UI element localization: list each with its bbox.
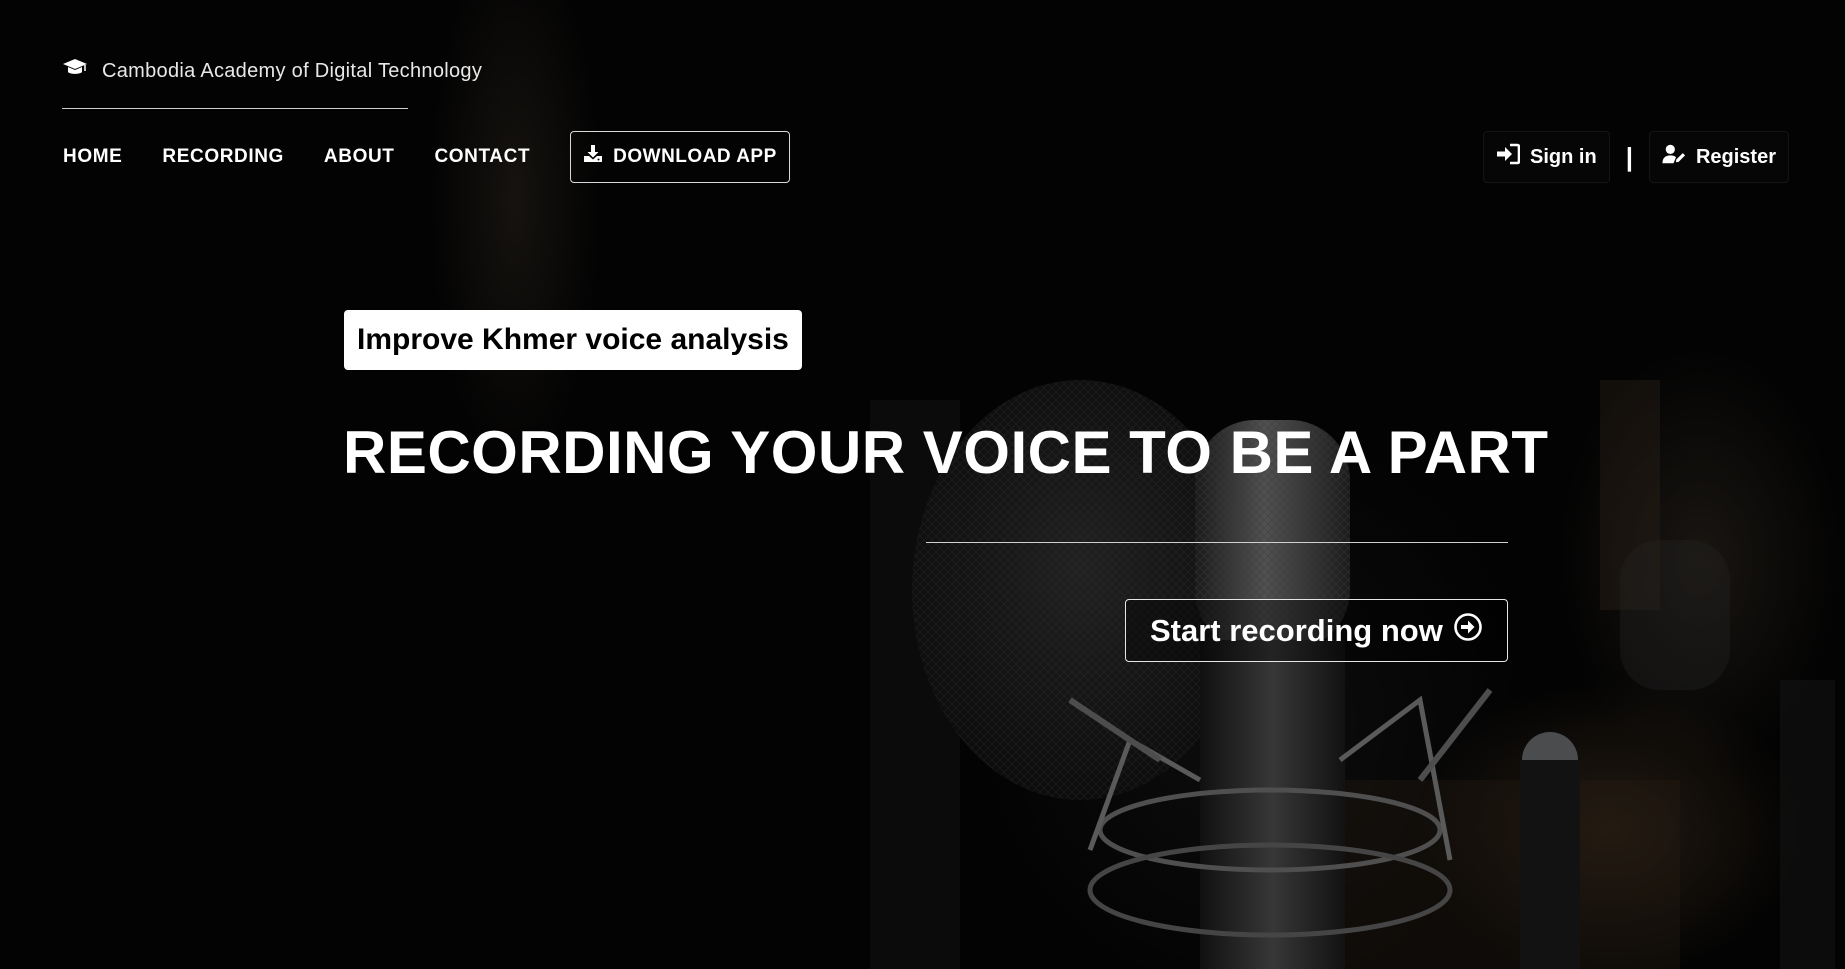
register-button[interactable]: Register xyxy=(1648,131,1789,183)
landing-page: Cambodia Academy of Digital Technology H… xyxy=(0,0,1845,969)
sign-in-label: Sign in xyxy=(1530,145,1597,168)
brand[interactable]: Cambodia Academy of Digital Technology xyxy=(62,58,482,84)
hero-divider xyxy=(926,542,1508,543)
nav-item-home[interactable]: HOME xyxy=(63,146,122,168)
start-recording-button[interactable]: Start recording now xyxy=(1125,599,1508,662)
auth-actions: Sign in | Register xyxy=(1483,130,1789,184)
sign-in-button[interactable]: Sign in xyxy=(1483,131,1610,183)
download-icon xyxy=(583,144,603,170)
hero-headline: RECORDING YOUR VOICE TO BE A PART xyxy=(343,419,1549,486)
brand-divider xyxy=(62,108,408,109)
download-app-button[interactable]: DOWNLOAD APP xyxy=(570,131,790,183)
nav-item-about[interactable]: ABOUT xyxy=(324,146,395,168)
brand-name: Cambodia Academy of Digital Technology xyxy=(102,59,483,82)
arrow-circle-right-icon xyxy=(1453,612,1483,650)
auth-separator: | xyxy=(1625,142,1633,172)
nav-item-recording[interactable]: RECORDING xyxy=(162,146,284,168)
sign-in-icon xyxy=(1496,143,1521,171)
graduation-cap-icon xyxy=(62,58,88,84)
download-app-label: DOWNLOAD APP xyxy=(613,146,777,167)
main-nav: HOME RECORDING ABOUT CONTACT DOWNLOAD AP… xyxy=(63,130,790,184)
user-edit-icon xyxy=(1662,143,1686,171)
nav-item-contact[interactable]: CONTACT xyxy=(434,146,530,168)
start-recording-label: Start recording now xyxy=(1150,612,1443,648)
register-label: Register xyxy=(1695,145,1776,168)
hero-tagline: Improve Khmer voice analysis xyxy=(344,310,802,370)
